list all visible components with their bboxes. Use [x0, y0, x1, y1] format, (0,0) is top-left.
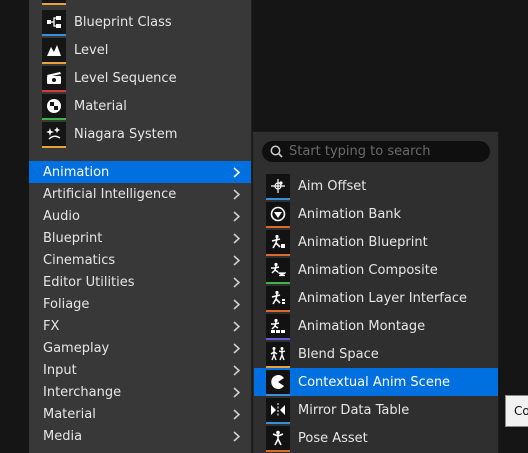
level-icon: [42, 38, 66, 64]
chevron-right-icon: [227, 183, 245, 205]
aim-offset-icon: [266, 174, 290, 200]
asset-item-level-sequence[interactable]: Level Sequence: [42, 64, 247, 92]
asset-item-partial[interactable]: [42, 0, 247, 5]
search-input[interactable]: [289, 144, 489, 159]
category-input[interactable]: Input: [29, 359, 251, 381]
asset-label: Blueprint Class: [74, 14, 172, 30]
submenu-item-pose-asset[interactable]: Pose Asset: [254, 424, 498, 452]
blueprint-class-icon: [42, 10, 66, 36]
submenu-item-label: Animation Blueprint: [298, 234, 428, 250]
level-sequence-icon: [42, 66, 66, 92]
category-label: Material: [43, 406, 96, 422]
chevron-right-icon: [227, 381, 245, 403]
category-label: Blueprint: [43, 230, 103, 246]
category-label: FX: [43, 318, 60, 334]
submenu-item-label: Animation Layer Interface: [298, 290, 467, 306]
contextual-anim-scene-icon: [266, 370, 290, 396]
category-blueprint[interactable]: Blueprint: [29, 227, 251, 249]
pose-asset-icon: [266, 426, 290, 452]
category-label: Editor Utilities: [43, 274, 135, 290]
chevron-right-icon: [227, 425, 245, 447]
animation-composite-icon: [266, 258, 290, 284]
chevron-right-icon: [227, 403, 245, 425]
category-foliage[interactable]: Foliage: [29, 293, 251, 315]
chevron-right-icon: [227, 359, 245, 381]
niagara-system-icon: [42, 122, 66, 148]
chevron-right-icon: [227, 271, 245, 293]
category-animation[interactable]: Animation: [29, 161, 251, 183]
category-label: Animation: [43, 164, 110, 180]
submenu-item-animation-montage[interactable]: Animation Montage: [254, 312, 498, 340]
tooltip: Co: [505, 395, 528, 427]
asset-label: Niagara System: [74, 126, 178, 142]
submenu-item-animation-blueprint[interactable]: Animation Blueprint: [254, 228, 498, 256]
submenu-item-aim-offset[interactable]: Aim Offset: [254, 172, 498, 200]
category-audio[interactable]: Audio: [29, 205, 251, 227]
mirror-data-table-icon: [266, 398, 290, 424]
animation-layer-interface-icon: [266, 286, 290, 312]
chevron-right-icon: [227, 161, 245, 183]
submenu-item-label: Blend Space: [298, 346, 379, 362]
category-label: Foliage: [43, 296, 90, 312]
submenu-item-label: Animation Bank: [298, 206, 402, 222]
category-label: Interchange: [43, 384, 122, 400]
chevron-right-icon: [227, 205, 245, 227]
asset-item-level[interactable]: Level: [42, 36, 247, 64]
asset-item-blueprint-class[interactable]: Blueprint Class: [42, 8, 247, 36]
category-media[interactable]: Media: [29, 425, 251, 447]
asset-item-niagara-system[interactable]: Niagara System: [42, 120, 247, 148]
category-label: Cinematics: [43, 252, 116, 268]
category-material[interactable]: Material: [29, 403, 251, 425]
submenu-item-mirror-data-table[interactable]: Mirror Data Table: [254, 396, 498, 424]
partial-icon: [42, 0, 66, 5]
category-interchange[interactable]: Interchange: [29, 381, 251, 403]
submenu-item-animation-composite[interactable]: Animation Composite: [254, 256, 498, 284]
category-label: Media: [43, 428, 83, 444]
animation-submenu: Aim Offset Animation Bank Ani: [252, 131, 499, 453]
asset-label: Level: [74, 42, 109, 58]
material-icon: [42, 94, 66, 120]
submenu-item-label: Pose Asset: [298, 430, 368, 446]
asset-label: Level Sequence: [74, 70, 177, 86]
tooltip-text: Co: [514, 404, 528, 418]
submenu-item-blend-space[interactable]: Blend Space: [254, 340, 498, 368]
submenu-item-label: Mirror Data Table: [298, 402, 410, 418]
screen: Blueprint Class Level Level Sequence Mat…: [0, 0, 528, 453]
add-asset-menu: Blueprint Class Level Level Sequence Mat…: [29, 0, 252, 453]
category-editor-utilities[interactable]: Editor Utilities: [29, 271, 251, 293]
category-label: Input: [43, 362, 77, 378]
submenu-item-label: Animation Montage: [298, 318, 426, 334]
category-fx[interactable]: FX: [29, 315, 251, 337]
chevron-right-icon: [227, 293, 245, 315]
asset-label: Material: [74, 98, 127, 114]
asset-item-material[interactable]: Material: [42, 92, 247, 120]
chevron-right-icon: [227, 249, 245, 271]
category-artificial-intelligence[interactable]: Artificial Intelligence: [29, 183, 251, 205]
animation-bank-icon: [266, 202, 290, 228]
chevron-right-icon: [227, 227, 245, 249]
submenu-item-label: Contextual Anim Scene: [298, 374, 451, 390]
category-label: Audio: [43, 208, 80, 224]
submenu-item-label: Animation Composite: [298, 262, 438, 278]
submenu-item-label: Aim Offset: [298, 178, 367, 194]
animation-blueprint-icon: [266, 230, 290, 256]
category-cinematics[interactable]: Cinematics: [29, 249, 251, 271]
submenu-item-contextual-anim-scene[interactable]: Contextual Anim Scene: [254, 368, 498, 396]
submenu-item-animation-bank[interactable]: Animation Bank: [254, 200, 498, 228]
search-box[interactable]: [262, 141, 490, 162]
category-label: Gameplay: [43, 340, 110, 356]
chevron-right-icon: [227, 337, 245, 359]
animation-montage-icon: [266, 314, 290, 340]
submenu-item-animation-layer-interface[interactable]: Animation Layer Interface: [254, 284, 498, 312]
chevron-right-icon: [227, 315, 245, 337]
category-label: Artificial Intelligence: [43, 186, 177, 202]
category-gameplay[interactable]: Gameplay: [29, 337, 251, 359]
search-icon: [270, 145, 283, 158]
blend-space-icon: [266, 342, 290, 368]
